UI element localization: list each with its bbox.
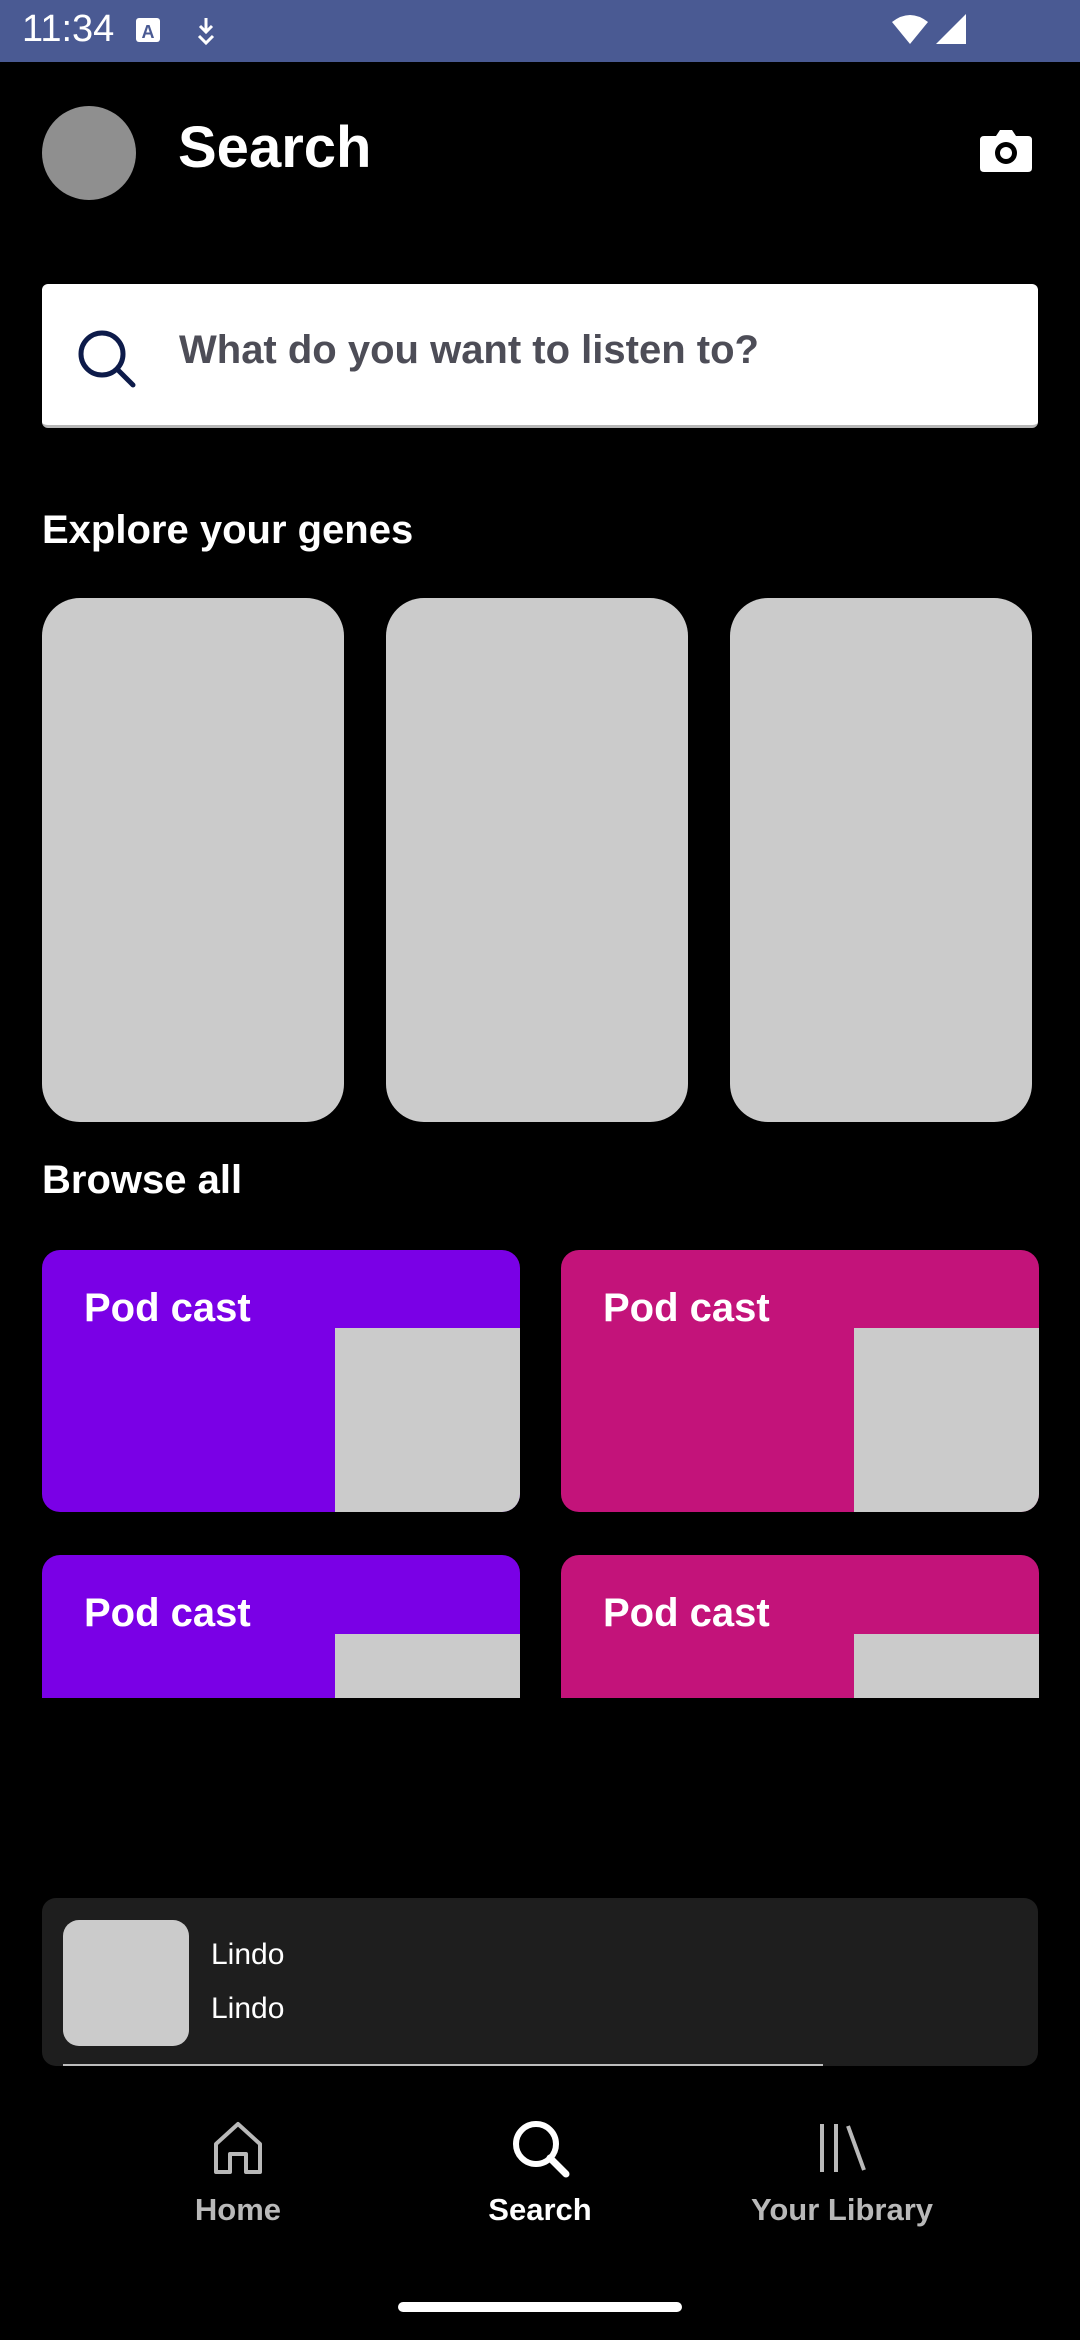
browse-card-label: Pod cast: [84, 1591, 251, 1635]
genre-card[interactable]: [730, 598, 1032, 1122]
nav-home[interactable]: Home: [88, 2090, 388, 2228]
nav-search[interactable]: Search: [390, 2090, 690, 2228]
wifi-icon: [890, 12, 930, 51]
svg-text:A: A: [142, 22, 155, 42]
home-icon: [206, 2116, 270, 2180]
search-icon: [508, 2116, 572, 2180]
browse-card-thumbnail: [335, 1634, 520, 1698]
mini-player[interactable]: Lindo Lindo: [42, 1898, 1038, 2066]
genre-card[interactable]: [42, 598, 344, 1122]
browse-card[interactable]: Pod cast: [561, 1555, 1039, 1698]
now-playing-artist: Lindo: [211, 1992, 285, 2025]
browse-card-thumbnail: [854, 1328, 1039, 1512]
signal-icon: [934, 12, 968, 51]
browse-card-thumbnail: [335, 1328, 520, 1512]
avatar[interactable]: [42, 106, 136, 200]
explore-title: Explore your genes: [42, 508, 414, 552]
header: Search: [0, 62, 1080, 242]
download-icon: [192, 16, 220, 51]
browse-title: Browse all: [42, 1158, 243, 1202]
status-time: 11:34: [22, 8, 115, 50]
nav-home-label: Home: [194, 2192, 282, 2227]
browse-card[interactable]: Pod cast: [42, 1250, 520, 1512]
page-title: Search: [178, 115, 372, 180]
camera-icon[interactable]: [978, 122, 1034, 178]
browse-card-label: Pod cast: [84, 1286, 251, 1330]
status-bar: 11:34 A: [0, 0, 1080, 62]
now-playing-title: Lindo: [211, 1938, 285, 1971]
browse-card-label: Pod cast: [603, 1286, 770, 1330]
nav-library-label: Your Library: [750, 2192, 934, 2227]
search-input[interactable]: What do you want to listen to?: [42, 284, 1038, 428]
browse-card[interactable]: Pod cast: [42, 1555, 520, 1698]
home-indicator: [398, 2302, 682, 2312]
nav-library[interactable]: Your Library: [692, 2090, 992, 2228]
browse-card-thumbnail: [854, 1634, 1039, 1698]
nav-search-label: Search: [488, 2192, 592, 2227]
keyboard-a-icon: A: [134, 16, 162, 49]
bottom-nav: Home Search Your Library: [0, 2090, 1080, 2270]
browse-card[interactable]: Pod cast: [561, 1250, 1039, 1512]
genre-card[interactable]: [386, 598, 688, 1122]
search-icon: [76, 328, 138, 390]
library-icon: [810, 2116, 874, 2180]
playback-progress: [63, 2064, 823, 2066]
browse-card-label: Pod cast: [603, 1591, 770, 1635]
album-art: [63, 1920, 189, 2046]
search-placeholder: What do you want to listen to?: [179, 328, 759, 372]
